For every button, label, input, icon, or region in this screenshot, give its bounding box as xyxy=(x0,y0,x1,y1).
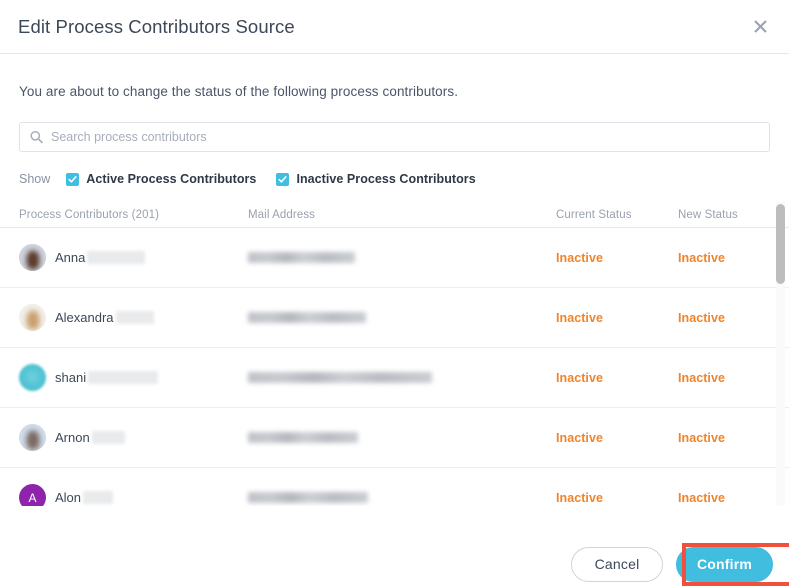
cell-contributor-name: shani xyxy=(19,364,248,391)
dialog-title: Edit Process Contributors Source xyxy=(18,15,295,37)
status-badge-current: Inactive xyxy=(556,250,603,265)
avatar: A xyxy=(19,484,46,506)
dialog-body: You are about to change the status of th… xyxy=(0,54,789,540)
table-scrollbar-thumb[interactable] xyxy=(776,204,785,284)
dialog-footer: Cancel Confirm xyxy=(0,540,789,588)
contributor-last-name-redacted xyxy=(83,491,114,504)
contributor-last-name-redacted xyxy=(91,431,125,444)
avatar xyxy=(19,304,46,331)
status-badge-new: Inactive xyxy=(678,430,725,445)
filter-row: Show Active Process Contributors Inactiv… xyxy=(19,170,789,188)
table-body[interactable]: Anna Inactive Inactive Alexandra Inactive Ina… xyxy=(0,228,789,506)
contributor-first-name: Alexandra xyxy=(55,310,114,325)
checkbox-checked-icon[interactable] xyxy=(276,172,290,186)
cell-mail-address xyxy=(248,432,556,443)
contributor-last-name-redacted xyxy=(115,311,154,324)
mail-address-redacted xyxy=(248,312,366,323)
cell-mail-address xyxy=(248,312,556,323)
table-row[interactable]: shani Inactive Inactive xyxy=(0,348,789,408)
edit-process-contributors-dialog: Edit Process Contributors Source You are… xyxy=(0,0,789,588)
checkbox-checked-icon[interactable] xyxy=(66,172,80,186)
avatar xyxy=(19,424,46,451)
search-input[interactable] xyxy=(19,122,770,152)
cancel-button[interactable]: Cancel xyxy=(571,546,663,582)
table-row[interactable]: Arnon Inactive Inactive xyxy=(0,408,789,468)
close-icon[interactable] xyxy=(745,12,775,42)
avatar xyxy=(19,244,46,271)
status-badge-new: Inactive xyxy=(678,370,725,385)
mail-address-redacted xyxy=(248,492,368,503)
filter-active-process-contributors[interactable]: Active Process Contributors xyxy=(66,172,256,186)
contributor-last-name-redacted xyxy=(88,371,159,384)
cell-contributor-name: Anna xyxy=(19,244,248,271)
table-row[interactable]: A Alon Inactive Inactive xyxy=(0,468,789,506)
status-badge-new: Inactive xyxy=(678,250,725,265)
contributor-first-name: Alon xyxy=(55,490,82,505)
status-badge-new: Inactive xyxy=(678,490,725,505)
column-header-new-status: New Status xyxy=(678,208,738,221)
mail-address-redacted xyxy=(248,252,355,263)
table-row[interactable]: Anna Inactive Inactive xyxy=(0,228,789,288)
cell-contributor-name: A Alon xyxy=(19,484,248,506)
column-header-name: Process Contributors (201) xyxy=(19,208,160,221)
dialog-header: Edit Process Contributors Source xyxy=(0,0,789,54)
filter-inactive-process-contributors[interactable]: Inactive Process Contributors xyxy=(276,172,476,186)
contributor-first-name: shani xyxy=(55,370,87,385)
mail-address-redacted xyxy=(248,432,358,443)
status-badge-current: Inactive xyxy=(556,310,603,325)
table-header-row: Process Contributors (201) Mail Address … xyxy=(0,202,789,228)
status-badge-current: Inactive xyxy=(556,430,603,445)
show-label: Show xyxy=(19,172,51,186)
contributors-table: Process Contributors (201) Mail Address … xyxy=(0,202,789,506)
status-badge-current: Inactive xyxy=(556,490,603,505)
contributor-last-name-redacted xyxy=(87,251,146,264)
cell-mail-address xyxy=(248,252,556,263)
filter-inactive-label: Inactive Process Contributors xyxy=(296,172,476,186)
filter-active-label: Active Process Contributors xyxy=(86,172,257,186)
cell-mail-address xyxy=(248,492,556,503)
contributor-first-name: Arnon xyxy=(55,430,90,445)
column-header-mail: Mail Address xyxy=(248,208,316,221)
table-row[interactable]: Alexandra Inactive Inactive xyxy=(0,288,789,348)
status-badge-current: Inactive xyxy=(556,370,603,385)
intro-text: You are about to change the status of th… xyxy=(19,84,459,99)
cell-contributor-name: Arnon xyxy=(19,424,248,451)
confirm-button[interactable]: Confirm xyxy=(676,546,773,582)
avatar xyxy=(19,364,46,391)
status-badge-new: Inactive xyxy=(678,310,725,325)
cell-mail-address xyxy=(248,372,556,383)
column-header-current-status: Current Status xyxy=(556,208,632,221)
mail-address-redacted xyxy=(248,372,432,383)
contributor-first-name: Anna xyxy=(55,250,86,265)
search-field-wrapper xyxy=(19,122,770,152)
cell-contributor-name: Alexandra xyxy=(19,304,248,331)
